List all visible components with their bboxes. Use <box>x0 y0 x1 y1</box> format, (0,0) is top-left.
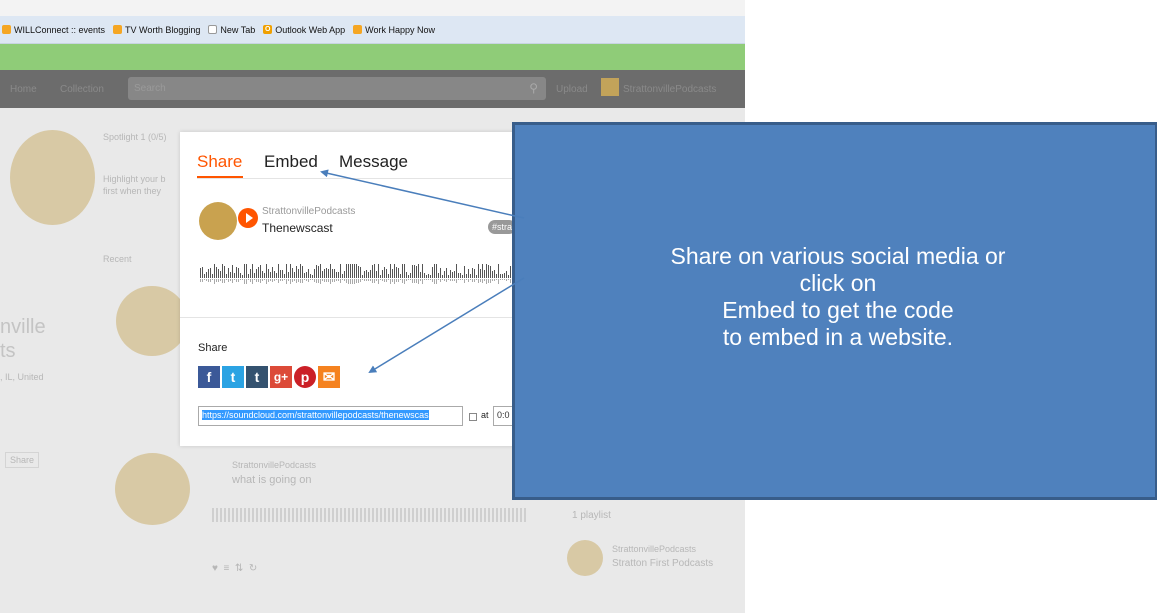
slide: WILLConnect :: events TV Worth Blogging … <box>0 0 1157 613</box>
callout-arrows <box>320 169 525 374</box>
arrow-to-embed <box>320 169 525 219</box>
arrow-to-social <box>368 277 525 374</box>
